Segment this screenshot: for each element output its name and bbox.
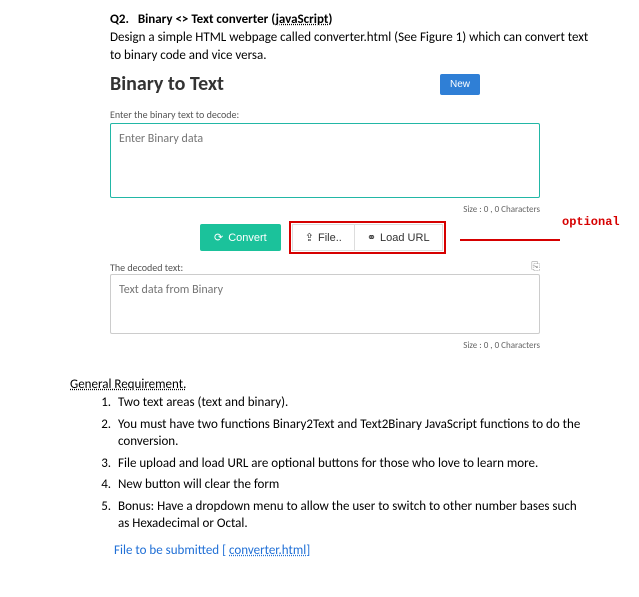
question-title-2: ) [328,12,332,27]
size-indicator-input: Size : 0 , 0 Characters [110,204,540,215]
load-url-button-label: Load URL [380,232,430,244]
binary-input[interactable] [110,123,540,198]
upload-icon [305,231,314,244]
size-indicator-output: Size : 0 , 0 Characters [110,340,540,351]
question-number: Q2. [110,12,129,27]
input-label: Enter the binary text to decode: [110,108,619,121]
reload-icon [214,231,223,244]
question-title-1: Binary <> Text converter ( [138,12,276,27]
output-label-row: The decoded text: ⎘ [110,260,540,274]
annotation-line [460,239,560,241]
optional-annotation: optional [562,215,620,229]
submit-filename: converter.html [229,543,306,558]
question-header: Q2. Binary <> Text converter (javaScript… [110,12,619,27]
output-label: The decoded text: [110,261,183,274]
requirements-list: Two text areas (text and binary). You mu… [92,394,589,533]
file-button-label: File.. [318,232,342,244]
optional-buttons-highlight: File.. Load URL [289,221,446,254]
load-url-button[interactable]: Load URL [355,224,443,251]
question-title-js: javaScript [276,12,329,27]
convert-button[interactable]: Convert [200,224,281,251]
app-title: Binary to Text [110,72,224,96]
submit-end: ] [306,543,310,558]
app-figure: Binary to Text New Enter the binary text… [110,72,619,351]
general-requirement-heading: General Requirement. [70,377,619,392]
list-item: Bonus: Have a dropdown menu to allow the… [114,498,589,533]
list-item: File upload and load URL are optional bu… [114,455,589,473]
question-description: Design a simple HTML webpage called conv… [110,29,589,64]
file-button[interactable]: File.. [292,224,355,251]
text-output[interactable] [110,274,540,334]
link-icon [367,231,376,244]
list-item: New button will clear the form [114,476,589,494]
new-button[interactable]: New [440,74,480,95]
copy-icon[interactable]: ⎘ [531,260,540,274]
document-page: Q2. Binary <> Text converter (javaScript… [0,0,639,578]
file-submission: File to be submitted [ converter.html] [114,543,619,558]
list-item: You must have two functions Binary2Text … [114,416,589,451]
convert-button-label: Convert [228,232,267,244]
list-item: Two text areas (text and binary). [114,394,589,412]
button-row: Convert File.. Load URL optional [110,221,619,254]
submit-label: File to be submitted [ [114,543,229,558]
